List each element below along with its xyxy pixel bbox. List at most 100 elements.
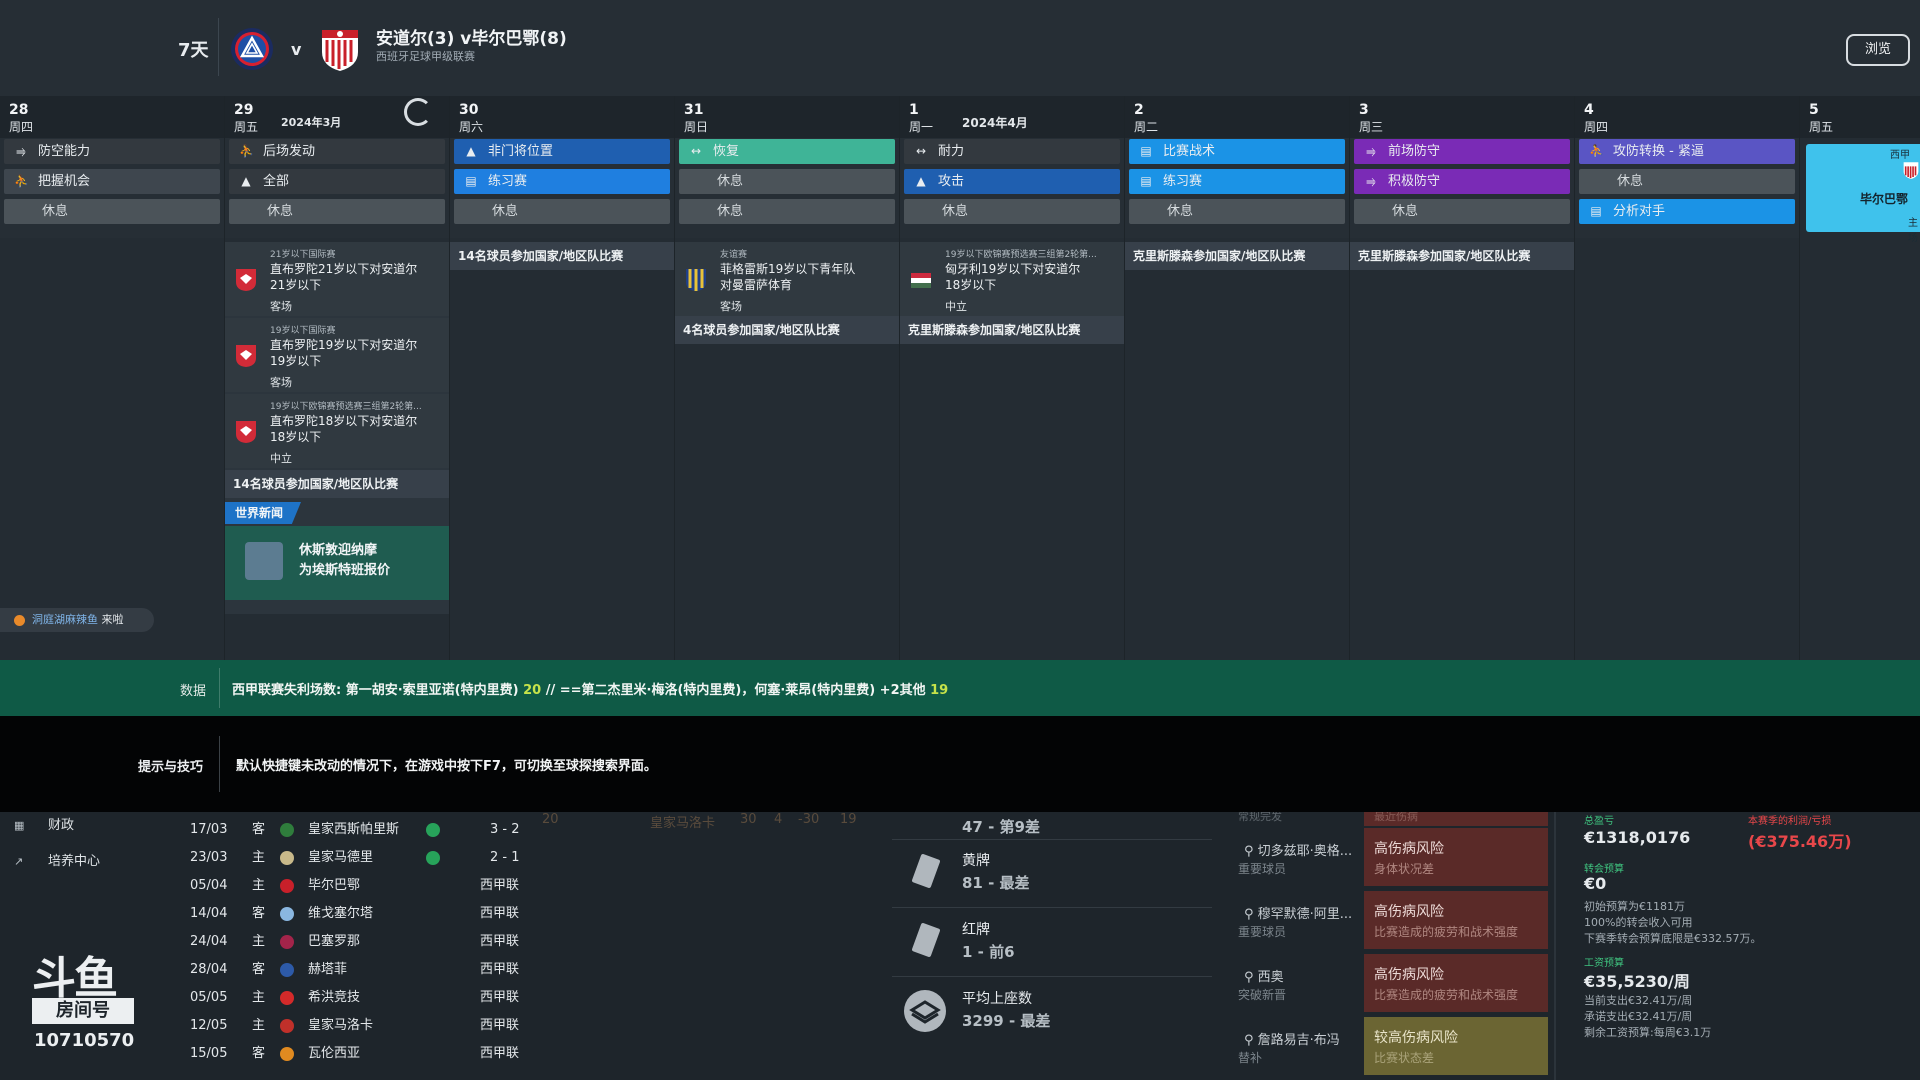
session-slot[interactable]: ⛹ 把握机会 (4, 169, 220, 194)
session-slot[interactable]: 休息 (679, 169, 895, 194)
next-match-title[interactable]: 安道尔(3) v毕尔巴鄂(8) (376, 24, 567, 49)
day-header: 3 周三 (1350, 96, 1574, 138)
stat-row[interactable]: 红牌 1 - 前6 (892, 909, 1212, 977)
day-column-28[interactable]: 28 周四 ⥤ 防空能力 ⛹ 把握机会 休息 (0, 96, 225, 660)
risk-player: ⚲ 詹路易吉·布冯 替补 (1238, 1017, 1368, 1075)
fixture-row[interactable]: 24/04 主 巴塞罗那 西甲联 (190, 928, 530, 956)
running-player-icon: ⛹ (1589, 144, 1604, 158)
session-slot[interactable]: 休息 (1579, 169, 1795, 194)
risk-level-box: 较高伤病风险 比赛状态差 (1364, 1017, 1548, 1075)
international-duty-bar[interactable]: 14名球员参加国家/地区队比赛 (225, 470, 449, 498)
day-column-4[interactable]: 4 周四 ⛹ 攻防转换 - 紧逼 休息 ▤ 分析对手 (1575, 96, 1800, 660)
month-label: 2024年4月 (962, 116, 1028, 130)
match-card[interactable]: 19岁以下欧锦赛预选赛三组第2轮第... 匈牙利19岁以下对安道尔 18岁以下 … (900, 242, 1124, 316)
day-column-2[interactable]: 2 周二 ▤ 比赛战术 ▤ 练习赛 休息 克里斯滕森参加国家/地区队比赛 (1125, 96, 1350, 660)
yellow-card-icon (912, 854, 940, 888)
session-label: 练习赛 (1163, 174, 1203, 189)
day-column-31[interactable]: 31 周日 ↔ 恢复 休息 休息 友谊赛 菲格雷斯19岁以下青年队 对曼雷萨体育 … (675, 96, 900, 660)
session-slot[interactable]: ↔ 恢复 (679, 139, 895, 164)
sidebar-item-finance[interactable]: ▦ 财政 (0, 812, 180, 840)
days-view-label[interactable]: 7天 (178, 36, 209, 62)
day-column-30[interactable]: 30 周六 ▲ 非门将位置 ▤ 练习赛 休息 14名球员参加国家/地区队比赛 (450, 96, 675, 660)
session-slot[interactable]: ▲ 全部 (229, 169, 445, 194)
fixture-row[interactable]: 17/03 客 皇家西斯帕里斯 3 - 2 (190, 816, 530, 844)
stat-row[interactable]: 平均上座数 3299 - 最差 (892, 978, 1212, 1046)
international-duty-bar[interactable]: 4名球员参加国家/地区队比赛 (675, 316, 899, 344)
session-slot[interactable]: ▤ 练习赛 (1129, 169, 1345, 194)
session-slot[interactable]: ⛹ 攻防转换 - 紧逼 (1579, 139, 1795, 164)
session-label: 攻防转换 - 紧逼 (1613, 144, 1704, 159)
match-type: 21岁以下国际赛 (270, 250, 336, 260)
international-duty-bar[interactable]: 克里斯滕森参加国家/地区队比赛 (1350, 242, 1574, 270)
session-slot[interactable]: ↔ 耐力 (904, 139, 1120, 164)
session-slot[interactable]: ▲ 非门将位置 (454, 139, 670, 164)
browse-button[interactable]: 浏览 (1846, 34, 1910, 66)
session-slot[interactable]: ⥤ 防空能力 (4, 139, 220, 164)
session-slot[interactable]: 休息 (454, 199, 670, 224)
stat-row[interactable]: 黄牌 81 - 最差 (892, 840, 1212, 908)
injury-risk-row[interactable]: ⚲ 西奥 突破新晋 高伤病风险 比赛造成的疲劳和战术强度 (1238, 954, 1548, 1012)
session-slot[interactable]: ⛹ 后场发动 (229, 139, 445, 164)
day-weekday: 周四 (1584, 120, 1609, 134)
match-day-card[interactable]: 西甲 毕尔巴鄂 主场 (1806, 144, 1920, 244)
match-day-competition: 西甲 (1890, 150, 1910, 161)
day-column-3[interactable]: 3 周三 ⥤ 前场防守 ⥤ 积极防守 休息 克里斯滕森参加国家/地区队比赛 (1350, 96, 1575, 660)
session-slot[interactable]: 休息 (679, 199, 895, 224)
team-crest-icon (280, 1019, 294, 1033)
injury-risk-row[interactable]: ⚲ 詹路易吉·布冯 替补 较高伤病风险 比赛状态差 (1238, 1017, 1548, 1075)
day-number: 1 (909, 102, 919, 118)
international-duty-bar[interactable]: 克里斯滕森参加国家/地区队比赛 (900, 316, 1124, 344)
bilbao-crest-icon[interactable] (318, 26, 362, 72)
fixture-opponent: 巴塞罗那 (308, 934, 361, 949)
match-card[interactable]: 友谊赛 菲格雷斯19岁以下青年队 对曼雷萨体育 客场 (675, 242, 899, 316)
session-slot[interactable]: ▲ 攻击 (904, 169, 1120, 194)
match-card[interactable]: 19岁以下国际赛 直布罗陀19岁以下对安道尔 19岁以下 客场 (225, 318, 449, 392)
fixture-row[interactable]: 28/04 客 赫塔菲 西甲联 (190, 956, 530, 984)
news-card[interactable]: 休斯敦迎纳摩 为埃斯特班报价 (225, 526, 449, 600)
fixture-row[interactable]: 14/04 客 维戈塞尔塔 西甲联 (190, 900, 530, 928)
stat-name: 平均上座数 (962, 991, 1032, 1007)
day-number: 29 (234, 102, 254, 118)
session-slot[interactable]: 休息 (1354, 199, 1570, 224)
team-crest-icon (280, 907, 294, 921)
player-cone-icon: ▲ (241, 174, 251, 188)
player-role: 替补 (1238, 1051, 1263, 1065)
session-slot[interactable]: ▤ 分析对手 (1579, 199, 1795, 224)
tips-text: 默认快捷键未改动的情况下，在游戏中按下F7，可切换至球探搜索界面。 (236, 759, 657, 774)
session-slot[interactable]: ▤ 练习赛 (454, 169, 670, 194)
fixture-row[interactable]: 23/03 主 皇家马德里 2 - 1 (190, 844, 530, 872)
injury-risk-row[interactable]: ⚲ 切多兹耶·奥格... 重要球员 高伤病风险 身体状况差 (1238, 828, 1548, 886)
session-slot[interactable]: ⥤ 前场防守 (1354, 139, 1570, 164)
match-card[interactable]: 21岁以下国际赛 直布罗陀21岁以下对安道尔 21岁以下 客场 (225, 242, 449, 316)
day-column-29[interactable]: 29 周五 2024年3月 ⛹ 后场发动 ▲ 全部 休息 21岁以下国际赛 直布罗陀… (225, 96, 450, 660)
player-cone-icon: ▲ (466, 144, 476, 158)
session-slot[interactable]: ⥤ 积极防守 (1354, 169, 1570, 194)
day-column-1[interactable]: 1 周一 2024年4月 ↔ 耐力 ▲ 攻击 休息 19岁以下欧锦赛预选赛三组第2轮… (900, 96, 1125, 660)
session-slot[interactable]: 休息 (4, 199, 220, 224)
data-ticker-text[interactable]: 西甲联赛失利场数: 第一胡安·索里亚诺(特内里费) 20 // ==第二杰里米·… (232, 679, 948, 698)
session-label: 恢复 (713, 144, 740, 159)
risk-level: 高伤病风险 (1374, 967, 1444, 983)
fixture-home-away: 主 (252, 1018, 266, 1033)
fixture-row[interactable]: 05/04 主 毕尔巴鄂 西甲联 (190, 872, 530, 900)
session-slot[interactable]: ▤ 比赛战术 (1129, 139, 1345, 164)
session-slot[interactable]: 休息 (904, 199, 1120, 224)
international-duty-bar[interactable]: 克里斯滕森参加国家/地区队比赛 (1125, 242, 1349, 270)
injury-risk-row[interactable]: ⚲ 穆罕默德·阿里... 重要球员 高伤病风险 比赛造成的疲劳和战术强度 (1238, 891, 1548, 949)
team-crest-icon (280, 935, 294, 949)
fixture-row[interactable]: 05/05 主 希洪竞技 西甲联 (190, 984, 530, 1012)
day-number: 28 (9, 102, 29, 118)
session-slot[interactable]: 休息 (229, 199, 445, 224)
andorra-crest-icon[interactable] (230, 26, 274, 72)
stream-logo: 斗鱼 (32, 953, 118, 1004)
fixture-row[interactable]: 12/05 主 皇家马洛卡 西甲联 (190, 1012, 530, 1040)
chat-username: 洞庭湖麻辣鱼 (32, 613, 98, 626)
session-slot[interactable]: 休息 (1129, 199, 1345, 224)
day-weekday: 周二 (1134, 120, 1159, 134)
fixture-row[interactable]: 15/05 客 瓦伦西亚 西甲联 (190, 1040, 530, 1068)
defense-drill-icon: ⥤ (1366, 174, 1376, 188)
stat-name: 红牌 (962, 922, 990, 938)
sidebar-item-development[interactable]: ↗ 培养中心 (0, 848, 180, 876)
match-card[interactable]: 19岁以下欧锦赛预选赛三组第2轮第... 直布罗陀18岁以下对安道尔 18岁以下… (225, 394, 449, 468)
international-duty-bar[interactable]: 14名球员参加国家/地区队比赛 (450, 242, 674, 270)
